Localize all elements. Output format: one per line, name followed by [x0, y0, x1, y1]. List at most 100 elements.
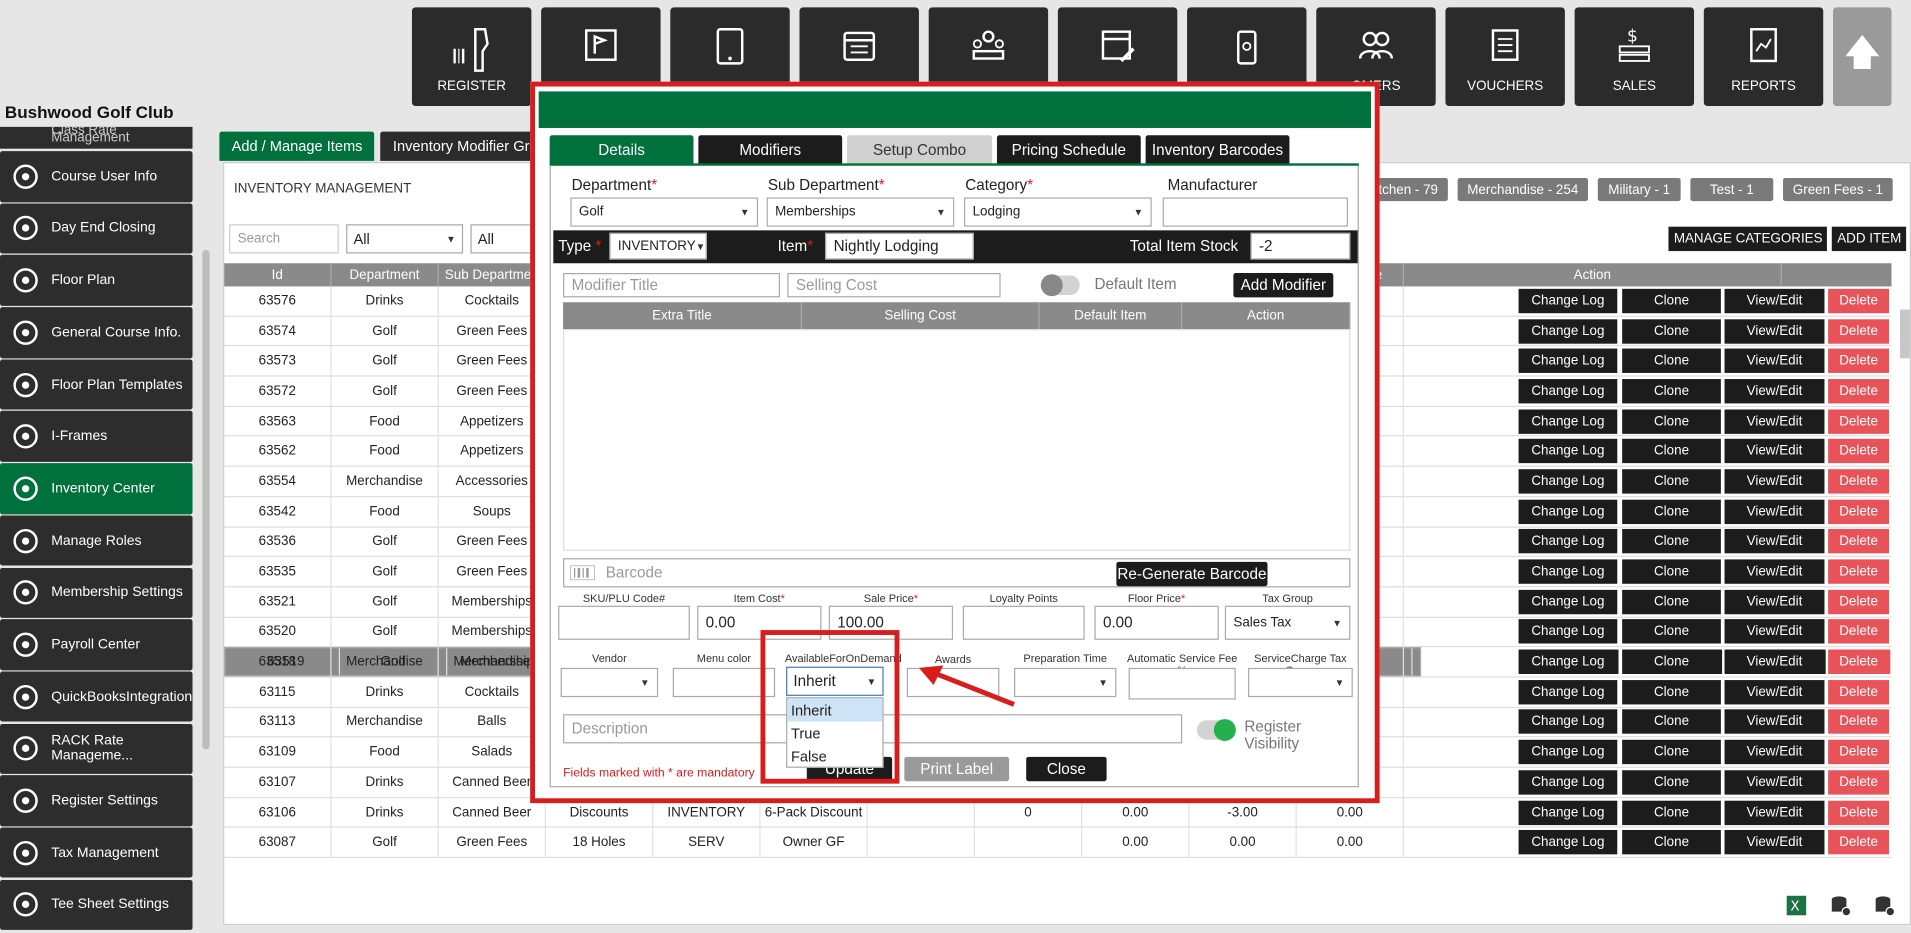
- delete-button[interactable]: Delete: [1828, 409, 1890, 434]
- delete-button[interactable]: Delete: [1828, 288, 1890, 314]
- change-log-button[interactable]: Change Log: [1518, 709, 1618, 735]
- sidebar-scrollbar[interactable]: [202, 249, 210, 750]
- clone-button[interactable]: Clone: [1622, 709, 1721, 735]
- change-log-button[interactable]: Change Log: [1518, 559, 1618, 584]
- option-false[interactable]: False: [787, 745, 882, 768]
- manufacturer-input[interactable]: [1162, 197, 1348, 227]
- column-header[interactable]: Id: [224, 263, 332, 287]
- change-log-button[interactable]: Change Log: [1518, 830, 1618, 855]
- sidebar-item-floor-plan-templates[interactable]: Floor Plan Templates: [0, 359, 193, 410]
- add-item-button[interactable]: ADD ITEM: [1832, 226, 1907, 252]
- delete-button[interactable]: Delete: [1828, 770, 1890, 795]
- delete-button[interactable]: Delete: [1828, 649, 1890, 675]
- change-log-button[interactable]: Change Log: [1518, 348, 1618, 374]
- change-log-button[interactable]: Change Log: [1518, 318, 1618, 344]
- register-visibility-toggle[interactable]: [1196, 719, 1236, 741]
- view-edit-button[interactable]: View/Edit: [1724, 619, 1825, 644]
- delete-button[interactable]: Delete: [1828, 439, 1890, 464]
- clone-button[interactable]: Clone: [1622, 830, 1721, 855]
- view-edit-button[interactable]: View/Edit: [1724, 709, 1825, 735]
- change-log-button[interactable]: Change Log: [1518, 679, 1618, 705]
- delete-button[interactable]: Delete: [1828, 378, 1890, 404]
- column-header[interactable]: Department: [332, 263, 439, 287]
- sku-input[interactable]: [558, 605, 690, 640]
- view-edit-button[interactable]: View/Edit: [1724, 800, 1825, 825]
- sidebar-item-general-course-info[interactable]: General Course Info.: [0, 307, 193, 358]
- default-item-toggle[interactable]: [1040, 274, 1080, 297]
- delete-button[interactable]: Delete: [1828, 559, 1890, 584]
- view-edit-button[interactable]: View/Edit: [1724, 318, 1825, 344]
- change-log-button[interactable]: Change Log: [1518, 288, 1618, 314]
- clone-button[interactable]: Clone: [1622, 679, 1721, 705]
- automatic-service-fee-input[interactable]: [1128, 667, 1236, 700]
- chip-military[interactable]: Military - 1: [1597, 177, 1681, 202]
- table-scrollbar[interactable]: [1900, 309, 1910, 359]
- modal-tab-modifiers[interactable]: Modifiers: [698, 135, 843, 165]
- clone-button[interactable]: Clone: [1622, 409, 1721, 434]
- view-edit-button[interactable]: View/Edit: [1724, 679, 1825, 705]
- clone-button[interactable]: Clone: [1622, 619, 1721, 644]
- change-log-button[interactable]: Change Log: [1518, 619, 1618, 644]
- floor-price-input[interactable]: 0.00: [1094, 605, 1219, 640]
- sidebar-item-course-user-info[interactable]: Course User Info: [0, 151, 193, 202]
- print-label-button[interactable]: Print Label: [904, 756, 1010, 782]
- database-settings-icon[interactable]: [1873, 895, 1896, 917]
- delete-button[interactable]: Delete: [1828, 529, 1890, 554]
- selling-cost-input[interactable]: Selling Cost: [787, 273, 1001, 298]
- available-on-demand-select[interactable]: Inherit ▼: [786, 666, 884, 696]
- change-log-button[interactable]: Change Log: [1518, 378, 1618, 404]
- clone-button[interactable]: Clone: [1622, 469, 1721, 494]
- clone-button[interactable]: Clone: [1622, 439, 1721, 464]
- view-edit-button[interactable]: View/Edit: [1724, 739, 1825, 765]
- sidebar-item-floor-plan[interactable]: Floor Plan: [0, 255, 193, 306]
- type-select[interactable]: INVENTORY ▼: [609, 232, 707, 260]
- close-button[interactable]: Close: [1026, 756, 1107, 782]
- delete-button[interactable]: Delete: [1828, 318, 1890, 344]
- sidebar-item-inventory-center[interactable]: Inventory Center: [0, 463, 193, 514]
- servicecharge-tax-group-select[interactable]: ▼: [1248, 667, 1353, 698]
- clone-button[interactable]: Clone: [1622, 348, 1721, 374]
- change-log-button[interactable]: Change Log: [1518, 439, 1618, 464]
- change-log-button[interactable]: Change Log: [1518, 409, 1618, 434]
- view-edit-button[interactable]: View/Edit: [1724, 830, 1825, 855]
- modal-tab-details[interactable]: Details: [549, 135, 694, 165]
- clone-button[interactable]: Clone: [1622, 589, 1721, 614]
- table-row[interactable]: 63087 Golf Green Fees 18 Holes SERV Owner GF 0…: [224, 827, 1892, 859]
- sidebar-item-day-end-closing[interactable]: Day End Closing: [0, 203, 193, 254]
- manage-categories-button[interactable]: MANAGE CATEGORIES: [1668, 226, 1828, 252]
- scroll-up-button[interactable]: 🡅: [1833, 7, 1892, 107]
- modal-tab-pricing-schedule[interactable]: Pricing Schedule: [996, 135, 1141, 165]
- chip-merchandise[interactable]: Merchandise - 254: [1457, 177, 1589, 202]
- chip-test[interactable]: Test - 1: [1690, 177, 1774, 202]
- delete-button[interactable]: Delete: [1828, 800, 1890, 825]
- sidebar-item-class-rate-peek[interactable]: Class Rate Management: [0, 126, 193, 149]
- total-stock-input[interactable]: -2: [1250, 232, 1351, 260]
- delete-button[interactable]: Delete: [1828, 499, 1890, 524]
- view-edit-button[interactable]: View/Edit: [1724, 439, 1825, 464]
- sidebar-item-payroll-center[interactable]: Payroll Center: [0, 619, 193, 670]
- view-edit-button[interactable]: View/Edit: [1724, 589, 1825, 614]
- view-edit-button[interactable]: View/Edit: [1724, 529, 1825, 554]
- option-true[interactable]: True: [787, 722, 882, 745]
- clone-button[interactable]: Clone: [1622, 770, 1721, 795]
- database-export-icon[interactable]: [1829, 895, 1852, 917]
- modifier-title-input[interactable]: Modifier Title: [563, 273, 780, 298]
- delete-button[interactable]: Delete: [1828, 830, 1890, 855]
- nav-register-button[interactable]: REGISTER: [411, 7, 532, 107]
- vendor-select[interactable]: ▼: [560, 667, 659, 698]
- delete-button[interactable]: Delete: [1828, 348, 1890, 374]
- clone-button[interactable]: Clone: [1622, 318, 1721, 344]
- change-log-button[interactable]: Change Log: [1518, 770, 1618, 795]
- nav-vouchers-button[interactable]: VOUCHERS: [1445, 7, 1565, 107]
- clone-button[interactable]: Clone: [1622, 288, 1721, 314]
- delete-button[interactable]: Delete: [1828, 619, 1890, 644]
- delete-button[interactable]: Delete: [1828, 679, 1890, 705]
- view-edit-button[interactable]: View/Edit: [1724, 348, 1825, 374]
- add-modifier-button[interactable]: Add Modifier: [1233, 273, 1334, 298]
- clone-button[interactable]: Clone: [1622, 739, 1721, 765]
- subdepartment-select[interactable]: Memberships ▼: [766, 197, 955, 227]
- tab-add-manage-items[interactable]: Add / Manage Items: [219, 131, 375, 161]
- view-edit-button[interactable]: View/Edit: [1724, 378, 1825, 404]
- regenerate-barcode-button[interactable]: Re-Generate Barcode: [1116, 561, 1268, 587]
- loyalty-points-input[interactable]: [962, 605, 1085, 640]
